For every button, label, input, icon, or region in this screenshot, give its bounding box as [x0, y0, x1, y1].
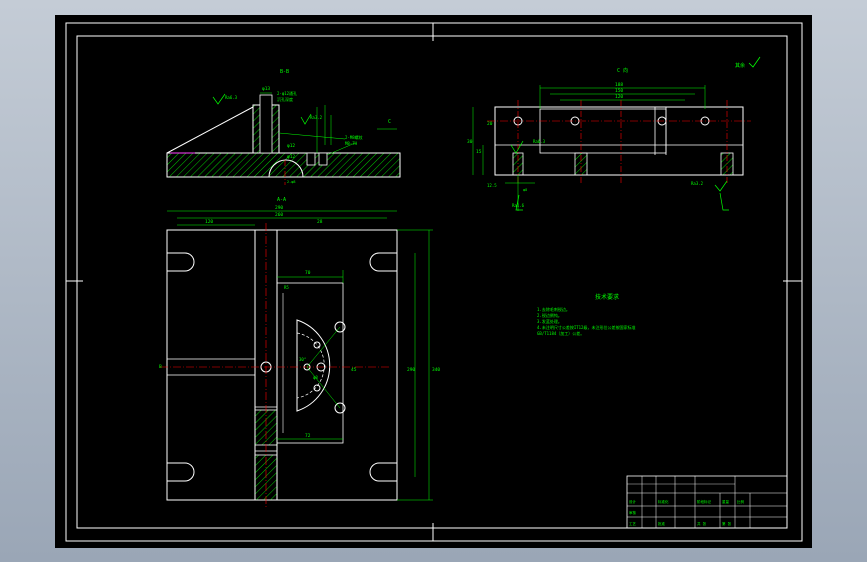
tb-r2c5: 阶段标记: [697, 499, 711, 504]
side-rough-b: Ra3.2: [691, 181, 704, 186]
plan-dim-top: 70: [305, 270, 311, 276]
side-dim-h1: 20: [487, 121, 493, 127]
side-bottom-label: φ8: [523, 188, 527, 192]
front-base-hatch: [166, 152, 401, 178]
front-note-a: 2-φ12通孔: [277, 90, 297, 96]
front-counterbore-left: [306, 152, 316, 166]
tb-r2c7: 比例: [737, 499, 745, 504]
notes-line-4: 4.未注明尺寸公差按IT12级，未注形位公差按国家标准: [537, 324, 635, 330]
plan-plate: [166, 229, 398, 501]
side-dim-w1: 188: [615, 82, 623, 88]
tb-r2c6: 重量: [722, 499, 730, 504]
plan-label-b: B: [159, 364, 162, 370]
plan-dim-bot: 72: [305, 433, 311, 439]
plan-radial-2: [306, 366, 341, 409]
front-view-label: B-B: [280, 69, 289, 75]
notes-line-5: GB/T1184（加工）公差。: [537, 330, 584, 336]
corner-note: 其余: [735, 62, 745, 69]
plan-dim-h-inner: 290: [407, 367, 415, 373]
plan-slot-tl: [167, 252, 195, 272]
front-rib: [166, 106, 254, 154]
notes-title: 技术要求: [595, 293, 619, 301]
tech-notes: 技术要求 1.去除毛刺锐边。 2.锐边倒钝。 3.发蓝处理。 4.未注明尺寸公差…: [537, 293, 635, 336]
corner-roughness-symbol: [748, 56, 761, 68]
plan-slot-tr: [369, 252, 397, 272]
notes-line-2: 2.锐边倒钝。: [537, 312, 562, 318]
side-rough-d-symbol: [719, 192, 729, 211]
notes-line-1: 1.去除毛刺锐边。: [537, 306, 570, 312]
front-dim-d-low: φ12: [287, 154, 295, 160]
title-block: 设计 标准化 阶段标记 重量 比例 审核 工艺 批准 共 张 第 张: [626, 475, 788, 529]
side-dim-h3: 30: [467, 139, 473, 145]
plan-slot-bl: [167, 462, 195, 482]
tb-r4c6: 第 张: [722, 521, 732, 526]
front-roughness-left: Ra6.3: [225, 95, 238, 100]
side-view-label: C 向: [617, 67, 628, 74]
side-rough-a: Ra6.3: [533, 139, 546, 144]
front-leader-1: [278, 132, 346, 140]
plan-dim-radius: 45: [351, 367, 357, 373]
drawing-sheet[interactable]: 其余 B-B φ13 2-φ12通孔 沉孔深度 2-M8螺纹 M8-7H φ12…: [55, 15, 812, 548]
side-slot: [539, 108, 667, 154]
plan-dim-r: R5: [284, 285, 289, 290]
tb-r2c3: 标准化: [658, 499, 669, 504]
plan-view-label: A-A: [277, 197, 286, 203]
plan-dim-angle: 30°: [299, 357, 306, 362]
front-arrow-label: C: [388, 119, 391, 125]
side-view: C 向 188 150 120 30 15 20 12.5 Ra6.3 Ra3.…: [467, 67, 751, 211]
plan-view: A-A 290 260 120 28 70 72 R5 340 290 45 3…: [159, 197, 440, 507]
front-roughness-left-symbol: [212, 93, 226, 105]
front-dim-d-mid: φ12: [287, 143, 295, 149]
plan-hole-small-b: [313, 341, 321, 349]
front-note-b: 沉孔深度: [277, 96, 293, 102]
side-rough-c: Ra1.6: [512, 203, 525, 208]
side-dim-h2: 15: [476, 149, 482, 155]
front-dim-d-top: φ13: [262, 86, 270, 92]
tb-r3c1: 审核: [629, 510, 637, 515]
drawing-canvas: 其余 B-B φ13 2-φ12通孔 沉孔深度 2-M8螺纹 M8-7H φ12…: [65, 22, 803, 542]
front-block-bore: [259, 94, 273, 154]
plan-slot-br: [369, 462, 397, 482]
side-rough-b-symbol: [714, 180, 728, 192]
cad-viewport[interactable]: 其余 B-B φ13 2-φ12通孔 沉孔深度 2-M8螺纹 M8-7H φ12…: [0, 0, 867, 562]
front-roughness-right: Ra3.2: [310, 115, 323, 120]
plan-dim-h-overall: 340: [432, 367, 440, 373]
front-note-d: M8-7H: [345, 141, 358, 146]
plan-dim-inner: 260: [275, 212, 283, 218]
side-side-note: 12.5: [487, 183, 497, 188]
side-rough-a-symbol: [510, 140, 524, 154]
tb-r4c5: 共 张: [697, 521, 707, 526]
side-dim-w3: 120: [615, 94, 623, 100]
notes-line-3: 3.发蓝处理。: [537, 318, 562, 324]
plan-dim-overall: 290: [275, 205, 283, 211]
tb-r2c1: 设计: [629, 499, 637, 504]
tb-r4c1: 工艺: [629, 521, 637, 526]
plan-radial-1: [306, 326, 341, 368]
tb-r4c3: 批准: [658, 521, 666, 526]
inner-frame: [76, 35, 788, 529]
front-counterbore-right: [318, 152, 328, 166]
front-bottom-note: 2-φ8: [287, 180, 295, 184]
plan-dim-mid: 28: [317, 219, 323, 225]
front-view: B-B φ13 2-φ12通孔 沉孔深度 2-M8螺纹 M8-7H φ12 φ1…: [166, 69, 401, 185]
front-note-c: 2-M8螺纹: [345, 134, 363, 140]
plan-dim-dia: φ8: [313, 375, 318, 380]
plan-dim-left: 120: [205, 219, 213, 225]
side-dim-w2: 150: [615, 88, 623, 94]
